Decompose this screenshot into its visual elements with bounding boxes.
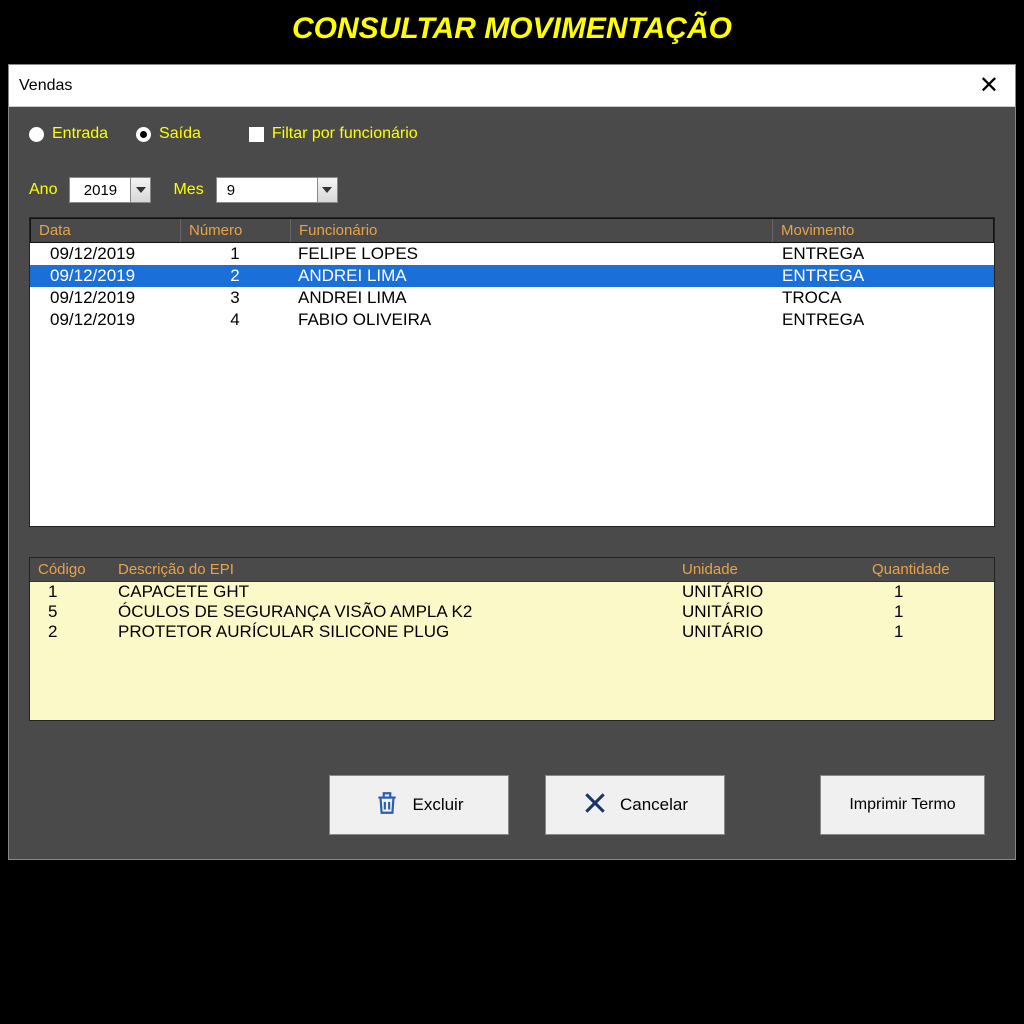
radio-saida[interactable]: Saída [136, 125, 201, 143]
excluir-button[interactable]: Excluir [329, 775, 509, 835]
cell-data: 09/12/2019 [30, 309, 180, 331]
radio-entrada-label: Entrada [52, 125, 108, 143]
cell-movimento: TROCA [774, 287, 994, 309]
cell-codigo: 5 [30, 602, 110, 622]
cell-data: 09/12/2019 [30, 287, 180, 309]
cell-quantidade: 1 [864, 602, 994, 622]
cell-funcionario: ANDREI LIMA [290, 287, 774, 309]
cell-data: 09/12/2019 [30, 265, 180, 287]
imprimir-termo-button[interactable]: Imprimir Termo [820, 775, 985, 835]
col-quantidade[interactable]: Quantidade [864, 558, 994, 581]
col-descricao[interactable]: Descrição do EPI [110, 558, 674, 581]
filter-row: Entrada Saída Filtar por funcionário [29, 125, 995, 143]
col-data[interactable]: Data [31, 219, 181, 242]
detail-row[interactable]: 5ÓCULOS DE SEGURANÇA VISÃO AMPLA K2UNITÁ… [30, 602, 994, 622]
radio-entrada[interactable]: Entrada [29, 125, 108, 143]
col-codigo[interactable]: Código [30, 558, 110, 581]
cell-movimento: ENTREGA [774, 265, 994, 287]
cell-unidade: UNITÁRIO [674, 622, 864, 642]
cell-unidade: UNITÁRIO [674, 602, 864, 622]
col-funcionario[interactable]: Funcionário [291, 219, 773, 242]
radio-icon [136, 127, 151, 142]
cell-data: 09/12/2019 [30, 243, 180, 265]
mes-label: Mes [173, 181, 203, 199]
cell-movimento: ENTREGA [774, 243, 994, 265]
cell-numero: 3 [180, 287, 290, 309]
ano-label: Ano [29, 181, 57, 199]
window-titlebar: Vendas ✕ [9, 65, 1015, 107]
table-body: 09/12/20191FELIPE LOPESENTREGA09/12/2019… [30, 243, 994, 526]
cell-funcionario: ANDREI LIMA [290, 265, 774, 287]
cell-movimento: ENTREGA [774, 309, 994, 331]
cell-quantidade: 1 [864, 582, 994, 602]
mes-value: 9 [217, 182, 317, 199]
col-unidade[interactable]: Unidade [674, 558, 864, 581]
col-movimento[interactable]: Movimento [773, 219, 993, 242]
imprimir-label: Imprimir Termo [849, 796, 955, 814]
detail-header-row: Código Descrição do EPI Unidade Quantida… [30, 558, 994, 582]
chevron-down-icon [317, 178, 337, 202]
checkbox-filter-employee-label: Filtar por funcionário [272, 125, 418, 143]
trash-icon [374, 790, 400, 821]
ano-value: 2019 [70, 182, 130, 199]
table-row[interactable]: 09/12/20193ANDREI LIMATROCA [30, 287, 994, 309]
cell-funcionario: FELIPE LOPES [290, 243, 774, 265]
col-numero[interactable]: Número [181, 219, 291, 242]
movimentacao-table: Data Número Funcionário Movimento 09/12/… [29, 217, 995, 527]
close-icon [582, 790, 608, 821]
mes-dropdown[interactable]: 9 [216, 177, 338, 203]
cancelar-label: Cancelar [620, 795, 688, 815]
page-banner: CONSULTAR MOVIMENTAÇÃO [0, 0, 1024, 64]
cell-funcionario: FABIO OLIVEIRA [290, 309, 774, 331]
window-body: Entrada Saída Filtar por funcionário Ano… [9, 107, 1015, 859]
cancelar-button[interactable]: Cancelar [545, 775, 725, 835]
cell-codigo: 1 [30, 582, 110, 602]
window-title: Vendas [19, 77, 72, 95]
detail-body: 1CAPACETE GHTUNITÁRIO15ÓCULOS DE SEGURAN… [30, 582, 994, 720]
window: Vendas ✕ Entrada Saída Filtar por funcio… [8, 64, 1016, 860]
cell-numero: 4 [180, 309, 290, 331]
cell-numero: 1 [180, 243, 290, 265]
cell-codigo: 2 [30, 622, 110, 642]
cell-descricao: CAPACETE GHT [110, 582, 674, 602]
detail-row[interactable]: 1CAPACETE GHTUNITÁRIO1 [30, 582, 994, 602]
detail-table: Código Descrição do EPI Unidade Quantida… [29, 557, 995, 721]
radio-icon [29, 127, 44, 142]
period-row: Ano 2019 Mes 9 [29, 177, 995, 203]
cell-descricao: ÓCULOS DE SEGURANÇA VISÃO AMPLA K2 [110, 602, 674, 622]
checkbox-icon [249, 127, 264, 142]
excluir-label: Excluir [412, 795, 463, 815]
close-icon[interactable]: ✕ [973, 71, 1005, 100]
cell-numero: 2 [180, 265, 290, 287]
table-row[interactable]: 09/12/20192ANDREI LIMAENTREGA [30, 265, 994, 287]
checkbox-filter-employee[interactable]: Filtar por funcionário [249, 125, 418, 143]
radio-saida-label: Saída [159, 125, 201, 143]
cell-quantidade: 1 [864, 622, 994, 642]
button-row: Excluir Cancelar Imprimir Termo [29, 775, 995, 835]
ano-dropdown[interactable]: 2019 [69, 177, 151, 203]
table-row[interactable]: 09/12/20191FELIPE LOPESENTREGA [30, 243, 994, 265]
chevron-down-icon [130, 178, 150, 202]
cell-descricao: PROTETOR AURÍCULAR SILICONE PLUG [110, 622, 674, 642]
detail-row[interactable]: 2PROTETOR AURÍCULAR SILICONE PLUGUNITÁRI… [30, 622, 994, 642]
cell-unidade: UNITÁRIO [674, 582, 864, 602]
table-row[interactable]: 09/12/20194FABIO OLIVEIRAENTREGA [30, 309, 994, 331]
table-header-row: Data Número Funcionário Movimento [30, 218, 994, 243]
